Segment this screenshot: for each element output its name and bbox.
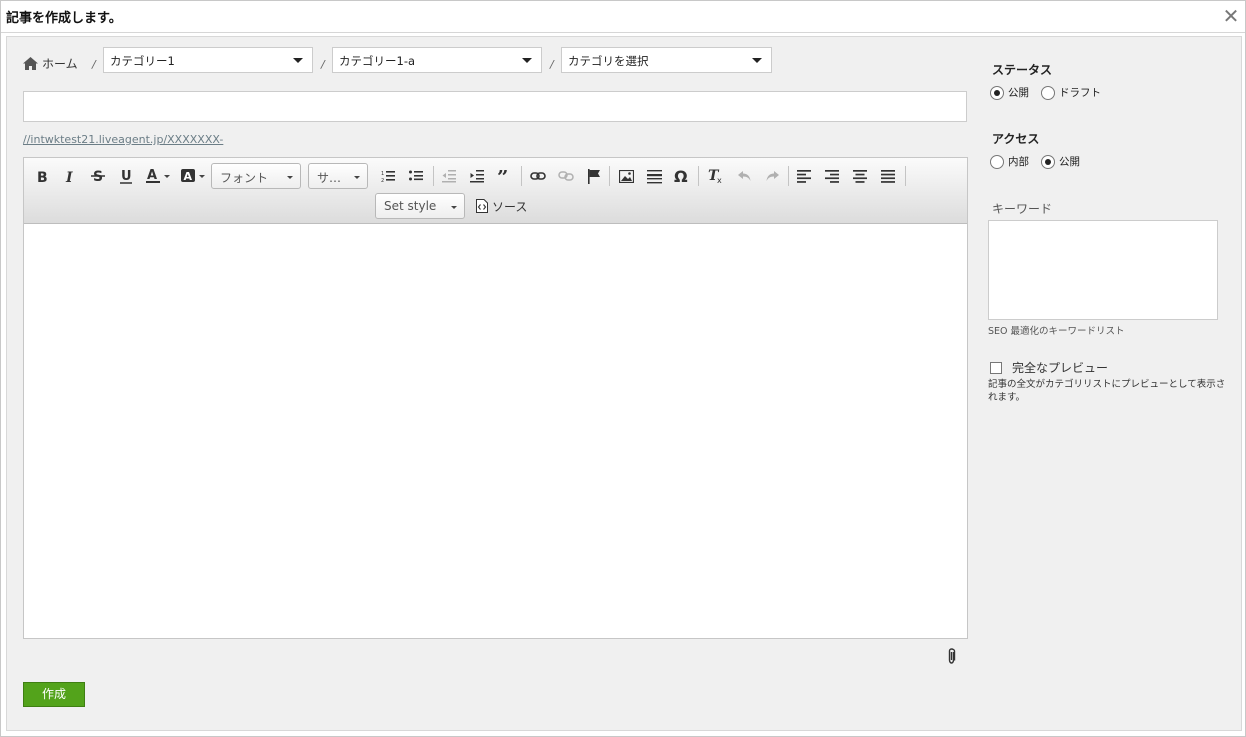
horizontal-rule-icon[interactable] — [642, 166, 666, 186]
font-combo-label: フォント — [220, 171, 269, 185]
access-radio-group: 内部 公開 — [990, 154, 1080, 169]
breadcrumb: ホーム / カテゴリー1 / カテゴリー1-a / カテゴリを選択 — [23, 47, 783, 73]
source-button[interactable]: ソース — [476, 196, 536, 216]
article-url-link[interactable]: //intwktest21.liveagent.jp/XXXXXXX- — [23, 133, 223, 146]
chevron-down-icon — [293, 58, 303, 63]
size-combo-label: サ… — [317, 171, 342, 185]
italic-icon[interactable]: I — [58, 166, 82, 186]
undo-icon[interactable] — [732, 166, 756, 186]
align-right-icon[interactable] — [820, 166, 844, 186]
category2-value: カテゴリー1-a — [339, 54, 416, 68]
align-center-icon[interactable] — [848, 166, 872, 186]
access-internal-radio[interactable] — [990, 154, 1004, 169]
status-radio-group: 公開 ドラフト — [990, 85, 1101, 100]
source-icon — [476, 199, 488, 213]
image-icon[interactable] — [614, 166, 638, 186]
size-combo[interactable]: サ… — [308, 163, 368, 189]
toolbar-divider — [433, 166, 434, 186]
status-draft-radio[interactable] — [1041, 85, 1055, 100]
chevron-down-icon — [287, 176, 293, 179]
editor-content-area[interactable] — [24, 224, 967, 638]
align-left-icon[interactable] — [792, 166, 816, 186]
svg-text:I: I — [65, 170, 73, 183]
category3-select[interactable]: カテゴリを選択 — [561, 47, 772, 73]
breadcrumb-home[interactable]: ホーム — [23, 55, 78, 72]
access-public-radio[interactable] — [1041, 154, 1055, 169]
anchor-flag-icon[interactable] — [582, 166, 606, 186]
toolbar-divider — [521, 166, 522, 186]
home-label: ホーム — [42, 57, 78, 71]
numbered-list-icon[interactable]: 12 — [376, 166, 400, 186]
dialog-content: ホーム / カテゴリー1 / カテゴリー1-a / カテゴリを選択 //intw… — [6, 36, 1242, 731]
source-label: ソース — [492, 199, 528, 214]
category3-value: カテゴリを選択 — [568, 54, 649, 68]
bulleted-list-icon[interactable] — [404, 166, 428, 186]
dialog-titlebar: 記事を作成します。 ✕ — [1, 1, 1245, 33]
chevron-down-icon — [354, 176, 360, 179]
strikethrough-icon[interactable]: S — [86, 166, 110, 186]
status-heading: ステータス — [992, 63, 1053, 77]
full-preview-description: 記事の全文がカテゴリリストにプレビューとして表示されます。 — [988, 379, 1226, 403]
svg-text:A: A — [147, 168, 157, 183]
create-button[interactable]: 作成 — [23, 682, 85, 707]
dialog-title: 記事を作成します。 — [6, 11, 122, 26]
create-article-dialog: 記事を作成します。 ✕ ホーム / カテゴリー1 / カテゴリー1-a / カテ… — [0, 0, 1246, 737]
style-combo[interactable]: Set style — [375, 193, 465, 219]
underline-icon[interactable]: U — [114, 166, 138, 186]
background-color-icon[interactable]: A — [179, 166, 209, 186]
indent-icon[interactable] — [465, 166, 489, 186]
breadcrumb-separator: / — [92, 58, 96, 71]
svg-text:A: A — [184, 170, 193, 183]
full-preview-checkbox[interactable] — [990, 361, 1002, 374]
outdent-icon[interactable] — [437, 166, 461, 186]
svg-text:1: 1 — [381, 171, 384, 177]
toolbar-divider — [905, 166, 906, 186]
access-internal-label: 内部 — [1008, 156, 1029, 168]
svg-text:B: B — [37, 170, 48, 183]
keywords-label: キーワード — [992, 202, 1053, 216]
bold-icon[interactable]: B — [30, 166, 54, 186]
full-preview-row: 完全なプレビュー — [990, 359, 1108, 376]
breadcrumb-separator: / — [550, 58, 554, 71]
link-icon[interactable] — [526, 166, 550, 186]
chevron-down-icon — [451, 206, 457, 209]
full-preview-label: 完全なプレビュー — [1012, 361, 1109, 375]
status-public-label: 公開 — [1008, 87, 1029, 99]
access-heading: アクセス — [992, 132, 1040, 146]
toolbar-divider — [609, 166, 610, 186]
keywords-textarea[interactable] — [988, 220, 1218, 320]
svg-text:x: x — [717, 176, 722, 184]
text-color-icon[interactable]: A — [144, 166, 174, 186]
rich-text-editor: B I S U A A フォント サ… 1 2 ” Ω T x Set styl… — [23, 157, 968, 639]
toolbar-divider — [788, 166, 789, 186]
svg-text:Ω: Ω — [674, 168, 688, 184]
paperclip-icon[interactable] — [947, 648, 956, 667]
category2-select[interactable]: カテゴリー1-a — [332, 47, 542, 73]
svg-text:2: 2 — [381, 178, 384, 183]
close-icon[interactable]: ✕ — [1221, 5, 1241, 27]
breadcrumb-separator: / — [321, 58, 325, 71]
toolbar-divider — [698, 166, 699, 186]
blockquote-icon[interactable]: ” — [493, 166, 517, 186]
svg-text:”: ” — [497, 170, 509, 182]
chevron-down-icon — [522, 58, 532, 63]
article-title-input[interactable] — [23, 91, 967, 122]
style-combo-label: Set style — [384, 199, 437, 213]
category1-value: カテゴリー1 — [110, 54, 175, 68]
svg-text:U: U — [121, 169, 132, 184]
home-icon — [23, 57, 38, 70]
special-char-icon[interactable]: Ω — [670, 166, 694, 186]
unlink-icon[interactable] — [554, 166, 578, 186]
redo-icon[interactable] — [760, 166, 784, 186]
chevron-down-icon — [752, 58, 762, 63]
align-justify-icon[interactable] — [876, 166, 900, 186]
status-public-radio[interactable] — [990, 85, 1004, 100]
font-combo[interactable]: フォント — [211, 163, 301, 189]
keywords-hint: SEO 最適化のキーワードリスト — [988, 326, 1125, 337]
editor-toolbar: B I S U A A フォント サ… 1 2 ” Ω T x Set styl… — [24, 158, 967, 224]
category1-select[interactable]: カテゴリー1 — [103, 47, 313, 73]
remove-format-icon[interactable]: Tx — [704, 166, 728, 186]
status-draft-label: ドラフト — [1059, 87, 1101, 99]
access-public-label: 公開 — [1059, 156, 1080, 168]
